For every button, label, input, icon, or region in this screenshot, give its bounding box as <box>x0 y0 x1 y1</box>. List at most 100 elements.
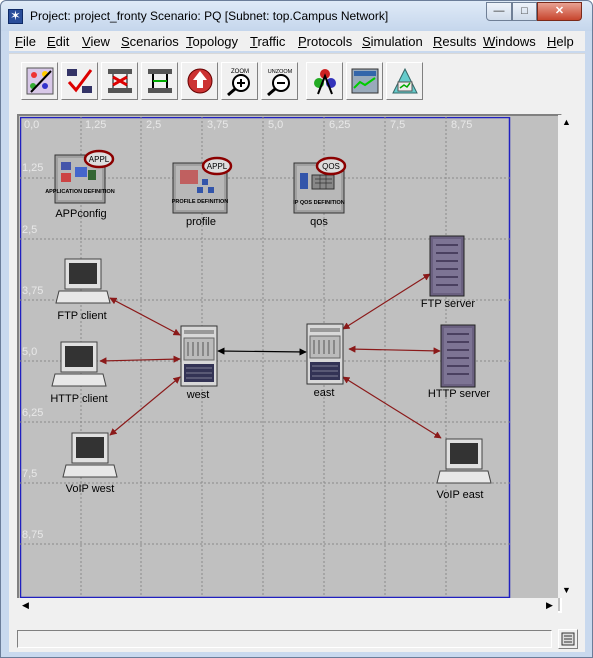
link-ftp-client-west[interactable] <box>109 297 181 336</box>
node-east[interactable] <box>306 323 344 385</box>
link-west-east[interactable] <box>217 347 307 356</box>
ftp-server-label: FTP server <box>420 298 476 310</box>
zoom-out-icon: UNZOOM <box>267 69 293 96</box>
voip-west-label: VoIP west <box>65 483 115 495</box>
east-label: east <box>313 387 335 399</box>
close-button[interactable]: ✕ <box>537 2 582 21</box>
message-log-icon <box>561 632 575 646</box>
ftp-client-label: FTP client <box>57 310 107 322</box>
toolbar: ZOOM UNZOOM <box>9 53 585 107</box>
zoom-in-icon: ZOOM <box>227 69 250 96</box>
view-results-button[interactable] <box>346 62 383 100</box>
x-tick-4: 5,0 <box>268 119 284 131</box>
network-canvas[interactable]: APPLICATION DEFINITION APPL PROFILE DEFI… <box>20 117 558 598</box>
opnet-app-icon <box>8 8 23 24</box>
node-profile[interactable]: PROFILE DEFINITION APPL <box>172 156 233 214</box>
status-bar <box>9 628 585 652</box>
node-west[interactable] <box>180 325 218 387</box>
check-links-icon <box>67 69 93 93</box>
links <box>99 273 442 439</box>
configure-simulation-icon <box>314 69 336 95</box>
node-qos[interactable]: IP QOS DEFINITION QOS <box>293 156 347 214</box>
profile-caption: PROFILE DEFINITION <box>172 199 229 205</box>
node-http-server[interactable] <box>440 324 476 388</box>
west-label: west <box>186 389 210 401</box>
app-window: Project: project_fronty Scenario: PQ [Su… <box>0 0 593 658</box>
y-tick-5: 7,5 <box>22 468 38 480</box>
link-east-http-server[interactable] <box>348 345 441 355</box>
menu-windows[interactable]: Windows <box>483 34 536 49</box>
x-tick-3: 3,75 <box>207 119 229 131</box>
qos-badge-text: QOS <box>322 162 340 171</box>
menu-edit[interactable]: Edit <box>47 34 69 49</box>
hide-graphs-button[interactable] <box>386 62 423 100</box>
return-to-parent-icon <box>187 68 213 94</box>
qos-label: qos <box>310 216 328 228</box>
qos-caption: IP QOS DEFINITION <box>293 200 345 206</box>
node-ftp-client[interactable] <box>55 258 111 304</box>
x-tick-7: 8,75 <box>451 119 473 131</box>
link-voip-west-west[interactable] <box>109 376 181 436</box>
zoom-out-button[interactable]: UNZOOM <box>261 62 298 100</box>
link-east-ftp-server[interactable] <box>342 273 431 330</box>
recover-node-icon <box>148 69 172 93</box>
fail-node-button[interactable] <box>101 62 138 100</box>
recover-node-button[interactable] <box>141 62 178 100</box>
menu-simulation[interactable]: Simulation <box>362 34 423 49</box>
horizontal-scrollbar[interactable]: ◀ ▶ <box>17 598 558 613</box>
object-palette-icon <box>26 67 54 95</box>
menu-file[interactable]: File <box>15 34 36 49</box>
http-server-label: HTTP server <box>427 388 491 400</box>
y-tick-0: 1,25 <box>22 162 44 174</box>
menu-view[interactable]: View <box>82 34 110 49</box>
project-editor-frame: APPLICATION DEFINITION APPL PROFILE DEFI… <box>17 114 562 613</box>
y-tick-3: 5,0 <box>22 346 38 358</box>
window-title: Project: project_fronty Scenario: PQ [Su… <box>30 9 389 23</box>
menu-traffic[interactable]: Traffic <box>250 34 285 49</box>
scroll-left-arrow[interactable]: ◀ <box>17 598 34 613</box>
appconfig-label: APPconfig <box>55 208 107 220</box>
appconfig-badge-text: APPL <box>89 155 110 164</box>
workspace: APPLICATION DEFINITION APPL PROFILE DEFI… <box>9 107 585 628</box>
node-ftp-server[interactable] <box>429 235 465 297</box>
menu-help[interactable]: Help <box>547 34 574 49</box>
node-appconfig[interactable]: APPLICATION DEFINITION APPL <box>45 149 115 204</box>
node-http-client[interactable] <box>51 341 107 387</box>
scroll-right-arrow[interactable]: ▶ <box>541 598 558 613</box>
link-east-voip-east[interactable] <box>342 376 442 439</box>
hide-graphs-icon <box>392 67 418 94</box>
y-tick-1: 2,5 <box>22 224 38 236</box>
menu-topology[interactable]: Topology <box>186 34 238 49</box>
topology-drawing: APPLICATION DEFINITION APPL PROFILE DEFI… <box>20 117 511 598</box>
view-results-icon <box>351 68 379 94</box>
check-links-button[interactable] <box>61 62 98 100</box>
vertical-scrollbar[interactable]: ▲ ▼ <box>558 115 575 598</box>
scroll-up-arrow[interactable]: ▲ <box>558 115 575 130</box>
x-tick-1: 1,25 <box>85 119 107 131</box>
return-to-parent-button[interactable] <box>181 62 218 100</box>
profile-badge-text: APPL <box>207 162 228 171</box>
y-tick-2: 3,75 <box>22 285 44 297</box>
message-log-button[interactable] <box>558 629 578 649</box>
x-tick-2: 2,5 <box>146 119 162 131</box>
fail-node-icon <box>108 69 132 93</box>
x-tick-5: 6,25 <box>329 119 351 131</box>
menu-scenarios[interactable]: Scenarios <box>121 34 179 49</box>
minimize-button[interactable]: — <box>486 2 512 21</box>
node-voip-east[interactable] <box>436 438 492 484</box>
menu-bar: File Edit View Scenarios Topology Traffi… <box>9 31 585 51</box>
y-tick-4: 6,25 <box>22 407 44 419</box>
x-tick-6: 7,5 <box>390 119 406 131</box>
menu-protocols[interactable]: Protocols <box>298 34 352 49</box>
appconfig-caption: APPLICATION DEFINITION <box>45 189 115 195</box>
http-client-label: HTTP client <box>50 393 108 405</box>
zoom-in-button[interactable]: ZOOM <box>221 62 258 100</box>
menu-results[interactable]: Results <box>433 34 476 49</box>
node-voip-west[interactable] <box>62 432 118 478</box>
object-palette-button[interactable] <box>21 62 58 100</box>
scroll-down-arrow[interactable]: ▼ <box>558 583 575 598</box>
profile-label: profile <box>186 216 216 228</box>
configure-simulation-button[interactable] <box>306 62 343 100</box>
maximize-button[interactable]: □ <box>512 2 537 21</box>
y-tick-6: 8,75 <box>22 529 44 541</box>
